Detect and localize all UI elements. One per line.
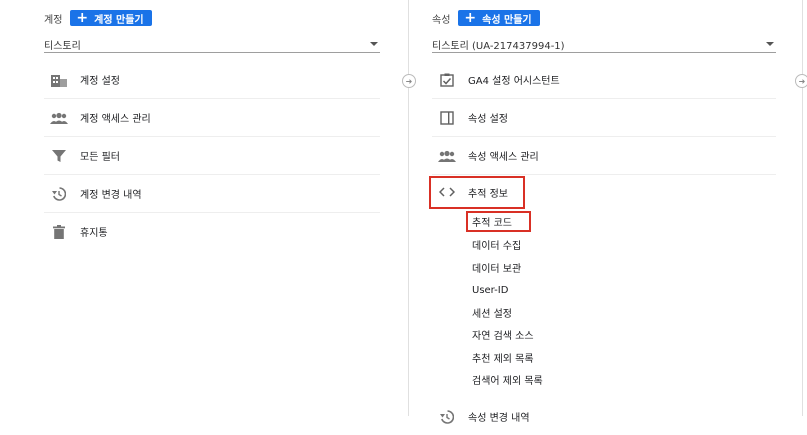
create-property-label: 속성 만들기 (482, 14, 532, 26)
menu-item-account-history[interactable]: 계정 변경 내역 (44, 175, 380, 213)
menu-item-label: 속성 변경 내역 (468, 413, 530, 424)
column-divider (408, 0, 409, 416)
property-selected-value: 티스토리 (UA-217437994-1) (432, 40, 565, 52)
people-icon (438, 147, 456, 165)
layout-icon (438, 109, 456, 127)
account-header-label: 계정 (44, 14, 63, 26)
highlight-box-tracking-code (466, 211, 531, 232)
people-icon (50, 109, 68, 127)
menu-item-property-settings[interactable]: 속성 설정 (432, 99, 776, 137)
menu-item-account-access[interactable]: 계정 액세스 관리 (44, 99, 380, 137)
arrow-right-icon: ➜ (795, 74, 807, 88)
menu-item-label: GA4 설정 어시스턴트 (468, 76, 560, 87)
create-property-button[interactable]: + 속성 만들기 (458, 10, 540, 26)
dropdown-caret-icon (766, 42, 774, 46)
property-header: 속성 + 속성 만들기 (432, 10, 540, 26)
history-icon (50, 185, 68, 203)
menu-item-label: 휴지통 (80, 228, 108, 239)
plus-icon: + (464, 10, 477, 26)
property-selector[interactable]: 티스토리 (UA-217437994-1) (432, 36, 776, 53)
menu-item-label: 모든 필터 (80, 152, 120, 163)
submenu-referral-exclusion-list[interactable]: 추천 제외 목록 (472, 349, 534, 365)
submenu-data-retention[interactable]: 데이터 보관 (472, 259, 521, 275)
submenu-user-id[interactable]: User-ID (472, 282, 508, 298)
submenu-organic-search-sources[interactable]: 자연 검색 소스 (472, 326, 534, 342)
menu-item-all-filters[interactable]: 모든 필터 (44, 137, 380, 175)
account-menu: 계정 설정 계정 액세스 관리 모든 필터 계정 변경 내역 휴지통 (44, 61, 380, 250)
property-header-label: 속성 (432, 14, 451, 26)
create-account-label: 계정 만들기 (94, 14, 144, 26)
filter-icon (50, 147, 68, 165)
plus-icon: + (76, 10, 89, 26)
create-account-button[interactable]: + 계정 만들기 (70, 10, 152, 26)
submenu-data-collection[interactable]: 데이터 수집 (472, 236, 521, 252)
checkbox-icon (438, 71, 456, 89)
menu-item-label: 계정 설정 (80, 76, 120, 87)
submenu-search-term-exclusion-list[interactable]: 검색어 제외 목록 (472, 371, 543, 387)
submenu-session-settings[interactable]: 세션 설정 (472, 304, 512, 320)
account-selected-value: 티스토리 (44, 40, 81, 52)
trash-icon (50, 223, 68, 241)
building-icon (50, 71, 68, 89)
column-divider (802, 0, 803, 416)
highlight-box-tracking-info (429, 176, 525, 209)
menu-item-property-history[interactable]: 속성 변경 내역 (432, 398, 776, 435)
history-icon (438, 408, 456, 426)
menu-item-label: 속성 액세스 관리 (468, 152, 539, 163)
menu-item-label: 속성 설정 (468, 114, 508, 125)
account-selector[interactable]: 티스토리 (44, 36, 380, 53)
menu-item-account-settings[interactable]: 계정 설정 (44, 61, 380, 99)
menu-item-property-access[interactable]: 속성 액세스 관리 (432, 137, 776, 175)
menu-item-ga4-setup-assistant[interactable]: GA4 설정 어시스턴트 (432, 61, 776, 99)
arrow-right-icon: ➜ (402, 74, 416, 88)
menu-item-label: 계정 액세스 관리 (80, 114, 151, 125)
account-header: 계정 + 계정 만들기 (44, 10, 152, 26)
menu-item-label: 계정 변경 내역 (80, 190, 142, 201)
menu-item-trash[interactable]: 휴지통 (44, 213, 380, 250)
dropdown-caret-icon (370, 42, 378, 46)
